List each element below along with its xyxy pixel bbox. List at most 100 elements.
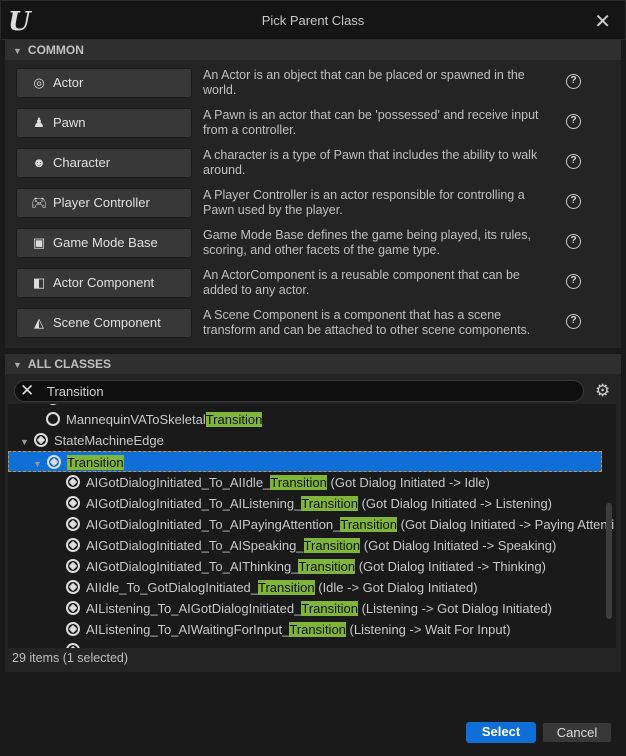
class-name-prefix: AIIdle_To_GotDialogInitiated_	[86, 580, 259, 595]
blueprint-class-icon	[66, 559, 80, 573]
blueprint-class-icon	[66, 517, 80, 531]
class-name-prefix: MannequinVAToSkeletal	[66, 412, 206, 427]
gamepad-icon: 🎮︎	[31, 195, 48, 210]
close-icon[interactable]: ✕	[594, 9, 611, 34]
class-name-suffix: (Idle -> Got Dialog Initiated)	[314, 580, 478, 595]
search-match-highlight: Transition	[67, 455, 124, 470]
help-icon[interactable]: ?	[566, 314, 581, 329]
help-icon[interactable]: ?	[566, 74, 581, 89]
class-button-scene-component[interactable]: ◭ Scene Component	[16, 308, 192, 338]
class-button-label: Actor Component	[53, 275, 155, 290]
search-match-highlight: Transition	[298, 559, 356, 574]
tree-row[interactable]: ▼ StateMachineEdge	[8, 430, 602, 451]
dialog-title: Pick Parent Class	[261, 13, 365, 28]
tree-scrollbar[interactable]	[606, 503, 612, 619]
tree-row[interactable]: AIListening_To_AIGotDialogInitiated_Tran…	[8, 598, 602, 619]
class-description: A Player Controller is an actor responsi…	[203, 188, 525, 217]
blueprint-class-icon	[34, 433, 48, 447]
tree-row[interactable]: AIListening_To_AIWaitingForInput_Transit…	[8, 619, 602, 640]
class-tree: MannequinVAToSkeletalTransition ▼ StateMac…	[8, 404, 616, 648]
class-name-prefix: StateMachineEdge	[54, 433, 164, 448]
class-button-label: Pawn	[53, 115, 86, 130]
search-match-highlight: Transition	[289, 622, 346, 637]
class-description: Game Mode Base defines the game being pl…	[203, 228, 531, 257]
actor-component-icon: ◧	[32, 275, 46, 290]
tree-row[interactable]: AIGotDialogInitiated_To_AIIdle_Transitio…	[8, 472, 602, 493]
search-input[interactable]	[47, 383, 547, 399]
search-match-highlight: Transition	[301, 496, 358, 511]
cancel-button[interactable]: Cancel	[542, 722, 612, 743]
actor-icon: ◎	[33, 75, 45, 90]
class-button-player-controller[interactable]: 🎮︎ Player Controller	[16, 188, 192, 218]
class-icon	[46, 412, 60, 426]
blueprint-class-icon	[66, 601, 80, 615]
common-class-row: ◧ Actor Component An ActorComponent is a …	[16, 268, 606, 300]
all-classes-header-label: ALL CLASSES	[27, 357, 112, 371]
help-icon[interactable]: ?	[566, 274, 581, 289]
tree-row[interactable]	[8, 640, 602, 648]
blueprint-class-icon	[66, 475, 80, 489]
class-button-label: Character	[53, 155, 111, 170]
common-class-row: ▣ Game Mode Base Game Mode Base defines t…	[16, 228, 606, 260]
help-icon[interactable]: ?	[566, 194, 581, 209]
search-match-highlight: Transition	[205, 412, 263, 427]
help-icon[interactable]: ?	[566, 114, 581, 129]
class-description: An Actor is an object that can be placed…	[203, 68, 525, 97]
select-button[interactable]: Select	[466, 722, 536, 743]
common-section-header[interactable]: ▼ COMMON	[5, 40, 621, 60]
search-match-highlight: Transition	[258, 580, 315, 595]
class-description: A Scene Component is a component that ha…	[203, 308, 531, 337]
search-box: ✕	[14, 380, 584, 402]
class-name-prefix: AIGotDialogInitiated_To_AIIdle_	[86, 475, 271, 490]
help-icon[interactable]: ?	[566, 234, 581, 249]
class-button-pawn[interactable]: ♟ Pawn	[16, 108, 192, 138]
class-button-actor-component[interactable]: ◧ Actor Component	[16, 268, 192, 298]
class-name-prefix: AIGotDialogInitiated_To_AIThinking_	[86, 559, 299, 574]
tree-row[interactable]: AIGotDialogInitiated_To_AIPayingAttentio…	[8, 514, 614, 535]
class-button-label: Scene Component	[53, 315, 161, 330]
title-bar: U Pick Parent Class ✕	[0, 0, 626, 40]
class-name-prefix: AIListening_To_AIWaitingForInput_	[86, 622, 290, 637]
blueprint-class-icon	[46, 404, 60, 405]
tree-row[interactable]: AIIdle_To_GotDialogInitiated_Transition …	[8, 577, 602, 598]
clear-search-icon[interactable]: ✕	[20, 381, 34, 401]
help-icon[interactable]: ?	[566, 154, 581, 169]
pawn-icon: ♟	[33, 115, 45, 130]
search-match-highlight: Transition	[340, 517, 397, 532]
class-name-suffix: (Got Dialog Initiated -> Paying Attenti	[397, 517, 615, 532]
class-name-suffix: (Got Dialog Initiated -> Thinking)	[355, 559, 546, 574]
class-name-prefix: AIGotDialogInitiated_To_AISpeaking_	[86, 538, 304, 553]
all-classes-section-header[interactable]: ▼ ALL CLASSES	[5, 354, 621, 374]
class-button-character[interactable]: ☻ Character	[16, 148, 192, 178]
common-class-row: 🎮︎ Player Controller A Player Controller …	[16, 188, 606, 220]
blueprint-class-icon	[66, 496, 80, 510]
search-match-highlight: Transition	[270, 475, 327, 490]
common-class-row: ◎ Actor An Actor is an object that can be…	[16, 68, 606, 100]
class-name-prefix: AIGotDialogInitiated_To_AIListening_	[86, 496, 302, 511]
class-button-game-mode-base[interactable]: ▣ Game Mode Base	[16, 228, 192, 258]
class-button-label: Game Mode Base	[53, 235, 158, 250]
common-class-row: ♟ Pawn A Pawn is an actor that can be 'po…	[16, 108, 606, 140]
class-name-suffix: (Got Dialog Initiated -> Listening)	[357, 496, 553, 511]
tree-row[interactable]: AIGotDialogInitiated_To_AIListening_Tran…	[8, 493, 602, 514]
settings-gear-icon[interactable]: ⚙	[595, 381, 610, 401]
tree-row[interactable]: AIGotDialogInitiated_To_AISpeaking_Trans…	[8, 535, 602, 556]
class-name-suffix: (Got Dialog Initiated -> Speaking)	[360, 538, 557, 553]
class-name-suffix: (Listening -> Got Dialog Initiated)	[357, 601, 553, 616]
common-class-row: ◭ Scene Component A Scene Component is a …	[16, 308, 606, 340]
expand-triangle-icon[interactable]: ▼	[20, 432, 34, 453]
class-description: A Pawn is an actor that can be 'possesse…	[203, 108, 539, 137]
blueprint-class-icon	[66, 538, 80, 552]
tree-row[interactable]: AIGotDialogInitiated_To_AIThinking_Trans…	[8, 556, 602, 577]
class-button-actor[interactable]: ◎ Actor	[16, 68, 192, 98]
search-match-highlight: Transition	[301, 601, 358, 616]
status-text: 29 items (1 selected)	[12, 651, 129, 665]
game-mode-icon: ▣	[32, 235, 46, 250]
tree-row[interactable]: MannequinVAToSkeletalTransition	[8, 409, 602, 430]
tree-row-selected[interactable]: ▼ Transition	[8, 451, 602, 472]
class-name-suffix: (Listening -> Wait For Input)	[345, 622, 511, 637]
class-name-suffix: (Got Dialog Initiated -> Idle)	[326, 475, 490, 490]
class-button-label: Actor	[53, 75, 84, 90]
blueprint-class-icon	[66, 580, 80, 594]
common-class-row: ☻ Character A character is a type of Pawn…	[16, 148, 606, 180]
